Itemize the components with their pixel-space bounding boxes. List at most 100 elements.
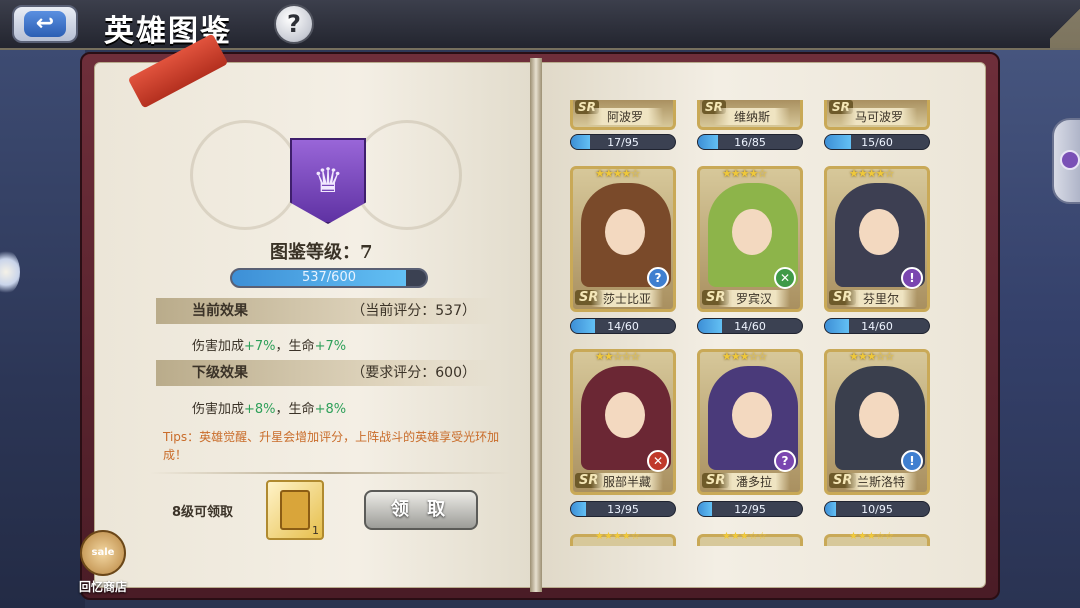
corner-ornament — [1050, 0, 1080, 48]
hero-card-partial-bottom[interactable]: ★★★★☆ — [570, 531, 676, 546]
current-effect-title: 当前效果 — [192, 303, 248, 319]
hero-portrait: ★★★★☆ SR ✕ 罗宾汉 — [697, 166, 803, 312]
next-effect-text: 伤害加成+8%，生命+8% — [192, 398, 346, 417]
sale-bag-icon: sale — [80, 530, 126, 576]
book-spine — [530, 58, 542, 592]
hero-progress-bar: 16/85 — [697, 134, 803, 150]
hero-progress-bar: 13/95 — [570, 501, 676, 517]
hero-face — [859, 392, 899, 438]
hero-progress-bar: 15/60 — [824, 134, 930, 150]
hero-portrait-stub: SR 阿波罗 — [570, 100, 676, 130]
question-class-icon: ? — [647, 267, 669, 289]
memory-shop-label: 回忆商店 — [78, 580, 127, 594]
next-effect-title: 下级效果 — [192, 365, 248, 381]
hero-stars: ★★★★☆ — [849, 167, 894, 180]
reward-count: 1 — [312, 524, 319, 537]
question-class-icon: ? — [774, 450, 796, 472]
codex-level-progress-text: 537/600 — [301, 270, 356, 285]
side-tab[interactable] — [1052, 118, 1080, 204]
current-effect-banner: 当前效果 （当前评分：537） — [156, 298, 496, 324]
hero-portrait-stub: SR 马可波罗 — [824, 100, 930, 130]
hero-card-partial[interactable]: SR 马可波罗 15/60 — [824, 100, 930, 150]
hero-name: 服部半藏 — [591, 473, 663, 490]
hero-portrait: ★★★★☆ SR? 莎士比亚 — [570, 166, 676, 312]
divider — [150, 472, 510, 474]
hero-stars: ★★★☆☆ — [849, 531, 894, 542]
exclaim-class-icon: ! — [901, 267, 923, 289]
hero-card[interactable]: ★★★☆☆ SR? 潘多拉 12/95 — [697, 349, 803, 517]
current-effect-hp-value: +7% — [314, 339, 347, 354]
hero-name: 兰斯洛特 — [845, 473, 917, 490]
hero-progress-text: 16/85 — [734, 136, 766, 149]
hero-stars: ★★★★☆ — [595, 531, 640, 542]
hero-stars: ★★★★☆ — [722, 167, 767, 180]
memory-shop-button[interactable]: sale 回忆商店 — [72, 530, 134, 600]
next-effect-hp-label: ，生命 — [275, 402, 315, 417]
hero-progress-text: 10/95 — [861, 503, 893, 516]
hero-card[interactable]: ★★★★☆ SR? 莎士比亚 14/60 — [570, 166, 676, 334]
codex-level-progress-bar: 537/600 — [230, 268, 428, 288]
required-score: （要求评分：600） — [351, 365, 476, 381]
top-bar: ↩ 英雄图鉴 ? — [0, 0, 1080, 50]
reward-item-slot[interactable]: 1 — [266, 480, 324, 540]
background-left — [0, 50, 85, 608]
hero-card-partial-bottom[interactable]: ★★★☆☆ — [824, 531, 930, 546]
hero-stars: ★★★☆☆ — [722, 531, 767, 542]
hero-name: 莎士比亚 — [591, 290, 663, 307]
codex-level-label: 图鉴等级：7 — [270, 242, 373, 263]
current-effect-hp-label: ，生命 — [275, 339, 315, 354]
right-wing-ornament — [352, 120, 462, 230]
hero-name: 潘多拉 — [718, 473, 790, 490]
hero-progress-text: 17/95 — [607, 136, 639, 149]
side-tab-icon — [1060, 150, 1080, 170]
hero-name: 维纳斯 — [714, 108, 790, 125]
hero-portrait: ★★★☆☆ SR! 兰斯洛特 — [824, 349, 930, 495]
hero-stars: ★★☆☆☆ — [595, 350, 640, 363]
left-wing-ornament — [190, 120, 300, 230]
hero-progress-text: 12/95 — [734, 503, 766, 516]
hero-stars: ★★★☆☆ — [849, 350, 894, 363]
exclaim-class-icon: ! — [901, 450, 923, 472]
hero-card-partial-bottom[interactable]: ★★★☆☆ — [697, 531, 803, 546]
hero-progress-bar: 17/95 — [570, 134, 676, 150]
hero-face — [605, 392, 645, 438]
current-effect-text: 伤害加成+7%，生命+7% — [192, 335, 346, 354]
next-effect-banner: 下级效果 （要求评分：600） — [156, 360, 496, 386]
hero-stars: ★★★☆☆ — [722, 350, 767, 363]
reward-card-icon — [280, 490, 310, 530]
hero-portrait: ★★☆☆☆ SR ✕ 服部半藏 — [570, 349, 676, 495]
current-effect-dmg-label: 伤害加成 — [192, 339, 245, 354]
hero-card-partial[interactable]: SR 维纳斯 16/85 — [697, 100, 803, 150]
lamp-light — [0, 250, 20, 294]
hero-name: 芬里尔 — [845, 290, 917, 307]
hero-card-partial[interactable]: SR 阿波罗 17/95 — [570, 100, 676, 150]
hero-card[interactable]: ★★☆☆☆ SR ✕ 服部半藏 13/95 — [570, 349, 676, 517]
hero-progress-bar: 10/95 — [824, 501, 930, 517]
hero-card[interactable]: ★★★☆☆ SR! 兰斯洛特 10/95 — [824, 349, 930, 517]
help-button[interactable]: ? — [274, 4, 314, 44]
back-arrow-icon: ↩ — [24, 11, 66, 37]
hero-stars: ★★★★☆ — [595, 167, 640, 180]
hero-face — [605, 209, 645, 255]
hero-progress-text: 14/60 — [861, 320, 893, 333]
hero-portrait: ★★★★☆ SR! 芬里尔 — [824, 166, 930, 312]
hero-portrait-stub: SR 维纳斯 — [697, 100, 803, 130]
current-effect-dmg-value: +7% — [244, 339, 276, 354]
hero-progress-text: 15/60 — [861, 136, 893, 149]
hero-progress-text: 14/60 — [607, 320, 639, 333]
hero-face — [732, 392, 772, 438]
hero-name: 阿波罗 — [587, 108, 663, 125]
hero-progress-bar: 14/60 — [697, 318, 803, 334]
tips-text: Tips：英雄觉醒、升星会增加评分，上阵战斗的英雄享受光环加成！ — [163, 430, 500, 462]
hero-face — [859, 209, 899, 255]
claim-requirement-label: 8级可领取 — [172, 505, 234, 520]
hero-card[interactable]: ★★★★☆ SR! 芬里尔 14/60 — [824, 166, 930, 334]
hero-progress-text: 13/95 — [607, 503, 639, 516]
back-button[interactable]: ↩ — [12, 5, 78, 43]
claim-button[interactable]: 领 取 — [364, 490, 478, 530]
hero-card[interactable]: ★★★★☆ SR ✕ 罗宾汉 14/60 — [697, 166, 803, 334]
hero-name: 罗宾汉 — [718, 290, 790, 307]
crossed-bow-class-icon: ✕ — [774, 267, 796, 289]
hero-face — [732, 209, 772, 255]
hero-progress-text: 14/60 — [734, 320, 766, 333]
